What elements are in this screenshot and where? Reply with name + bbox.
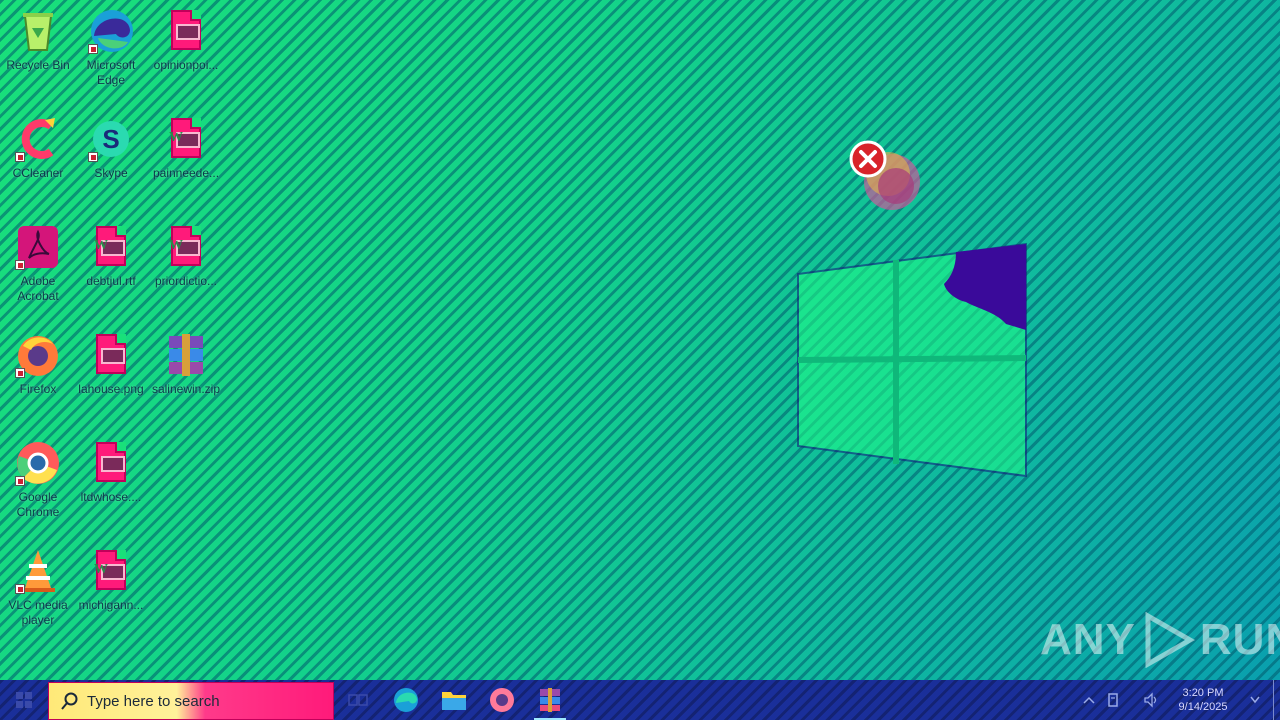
tray-overflow-button[interactable] xyxy=(1077,680,1101,720)
search-placeholder: Type here to search xyxy=(87,692,220,710)
shortcut-arrow-icon xyxy=(88,44,98,54)
tray-network[interactable] xyxy=(1101,680,1125,720)
image-file-icon xyxy=(88,332,134,378)
desktop-icon-debtjul[interactable]: W debtjul.rtf xyxy=(73,224,149,289)
speaker-icon xyxy=(1144,692,1157,708)
taskbar-file-explorer[interactable] xyxy=(430,680,478,720)
desktop-icon-label: CCleaner xyxy=(12,166,64,180)
desktop-icon-label: priordictio... xyxy=(154,274,218,288)
winrar-icon xyxy=(540,688,560,712)
clock-time: 3:20 PM xyxy=(1182,687,1224,699)
taskbar: Type here to search 3:20 PM 9/14/2025 xyxy=(0,680,1280,720)
desktop-icon-opinionpoi[interactable]: opinionpoi... xyxy=(148,8,224,73)
desktop-icon-label: Microsoft Edge xyxy=(86,58,136,87)
desktop-icon-vlc[interactable]: VLC media player xyxy=(0,548,76,628)
shortcut-arrow-icon xyxy=(15,260,25,270)
firefox-icon xyxy=(15,332,61,378)
desktop-icon-microsoft-edge[interactable]: Microsoft Edge xyxy=(73,8,149,88)
desktop-icon-ccleaner[interactable]: CCleaner xyxy=(0,116,76,181)
edge-icon xyxy=(394,688,418,712)
skype-icon: S xyxy=(88,116,134,162)
desktop-icon-label: Google Chrome xyxy=(16,490,60,519)
chevron-up-icon xyxy=(1083,696,1095,704)
word-document-icon: W xyxy=(163,116,209,162)
task-view-button[interactable] xyxy=(334,680,382,720)
search-icon xyxy=(61,692,78,710)
show-desktop-button[interactable] xyxy=(1273,680,1280,720)
shortcut-arrow-icon xyxy=(15,368,25,378)
desktop-icon-skype[interactable]: S Skype xyxy=(73,116,149,181)
firefox-icon xyxy=(490,688,514,712)
taskbar-winrar[interactable] xyxy=(526,680,574,720)
desktop-icon-painneede[interactable]: W painneede... xyxy=(148,116,224,181)
desktop-icon-firefox[interactable]: Firefox xyxy=(0,332,76,397)
vlc-cone-icon xyxy=(15,548,61,594)
taskbar-firefox[interactable] xyxy=(478,680,526,720)
windows-start-icon xyxy=(16,692,32,708)
system-tray: 3:20 PM 9/14/2025 xyxy=(1077,680,1280,720)
svg-text:S: S xyxy=(102,124,119,154)
winrar-archive-icon xyxy=(163,332,209,378)
taskbar-clock[interactable]: 3:20 PM 9/14/2025 xyxy=(1163,686,1243,714)
word-document-icon: W xyxy=(88,224,134,270)
start-button[interactable] xyxy=(0,680,48,720)
edge-icon xyxy=(88,8,134,54)
image-file-icon xyxy=(88,440,134,486)
ccleaner-icon xyxy=(15,116,61,162)
taskbar-edge[interactable] xyxy=(382,680,430,720)
desktop-icon-salinewin[interactable]: salinewin.zip xyxy=(148,332,224,397)
desktop-icon-label: ltdwhose.... xyxy=(80,490,142,504)
word-document-icon: W xyxy=(163,224,209,270)
chrome-icon xyxy=(15,440,61,486)
anyrun-watermark: ANY RUN xyxy=(1040,612,1280,668)
shortcut-arrow-icon xyxy=(88,152,98,162)
desktop-icon-google-chrome[interactable]: Google Chrome xyxy=(0,440,76,520)
desktop-icon-label: Skype xyxy=(94,166,128,180)
error-icon-cluster[interactable] xyxy=(848,138,928,218)
desktop-icon-label: painneede... xyxy=(152,166,220,180)
tray-volume[interactable] xyxy=(1139,680,1163,720)
chevron-down-icon xyxy=(1250,696,1260,704)
desktop-icon-ltdwhose[interactable]: ltdwhose.... xyxy=(73,440,149,505)
windows-logo-wallpaper xyxy=(796,242,1028,478)
desktop-icon-label: VLC media player xyxy=(8,598,68,627)
shortcut-arrow-icon xyxy=(15,584,25,594)
desktop-icon-label: Recycle Bin xyxy=(6,58,70,72)
desktop-icon-recycle-bin[interactable]: Recycle Bin xyxy=(0,8,76,73)
desktop-icon-adobe-acrobat[interactable]: Adobe Acrobat xyxy=(0,224,76,304)
image-file-icon xyxy=(163,8,209,54)
clock-date: 9/14/2025 xyxy=(1178,701,1228,713)
notifications-button[interactable] xyxy=(1243,680,1267,720)
shortcut-arrow-icon xyxy=(15,476,25,486)
watermark-text-right: RUN xyxy=(1199,615,1280,664)
desktop-icon-label: Firefox xyxy=(19,382,57,396)
network-icon xyxy=(1108,693,1118,707)
watermark-text-left: ANY xyxy=(1040,615,1136,664)
acrobat-icon xyxy=(15,224,61,270)
folder-icon xyxy=(442,692,466,710)
play-triangle-icon xyxy=(1145,612,1195,668)
desktop-icon-label: opinionpoi... xyxy=(153,58,219,72)
desktop-icon-priordictio[interactable]: W priordictio... xyxy=(148,224,224,289)
desktop-icon-label: debtjul.rtf xyxy=(86,274,136,288)
desktop[interactable]: Recycle Bin CCleaner Adobe Acrobat Firef… xyxy=(0,0,1280,680)
word-document-icon: W xyxy=(88,548,134,594)
desktop-icon-label: Adobe Acrobat xyxy=(17,274,59,303)
desktop-icon-label: michigann... xyxy=(78,598,144,612)
desktop-icon-label: salinewin.zip xyxy=(151,382,221,396)
desktop-icon-lahouse[interactable]: lahouse.png xyxy=(73,332,149,397)
recycle-bin-icon xyxy=(15,8,61,54)
desktop-icon-label: lahouse.png xyxy=(78,382,144,396)
taskbar-search-box[interactable]: Type here to search xyxy=(48,682,334,720)
shortcut-arrow-icon xyxy=(15,152,25,162)
desktop-icon-michigann[interactable]: W michigann... xyxy=(73,548,149,613)
task-view-icon xyxy=(348,694,368,706)
